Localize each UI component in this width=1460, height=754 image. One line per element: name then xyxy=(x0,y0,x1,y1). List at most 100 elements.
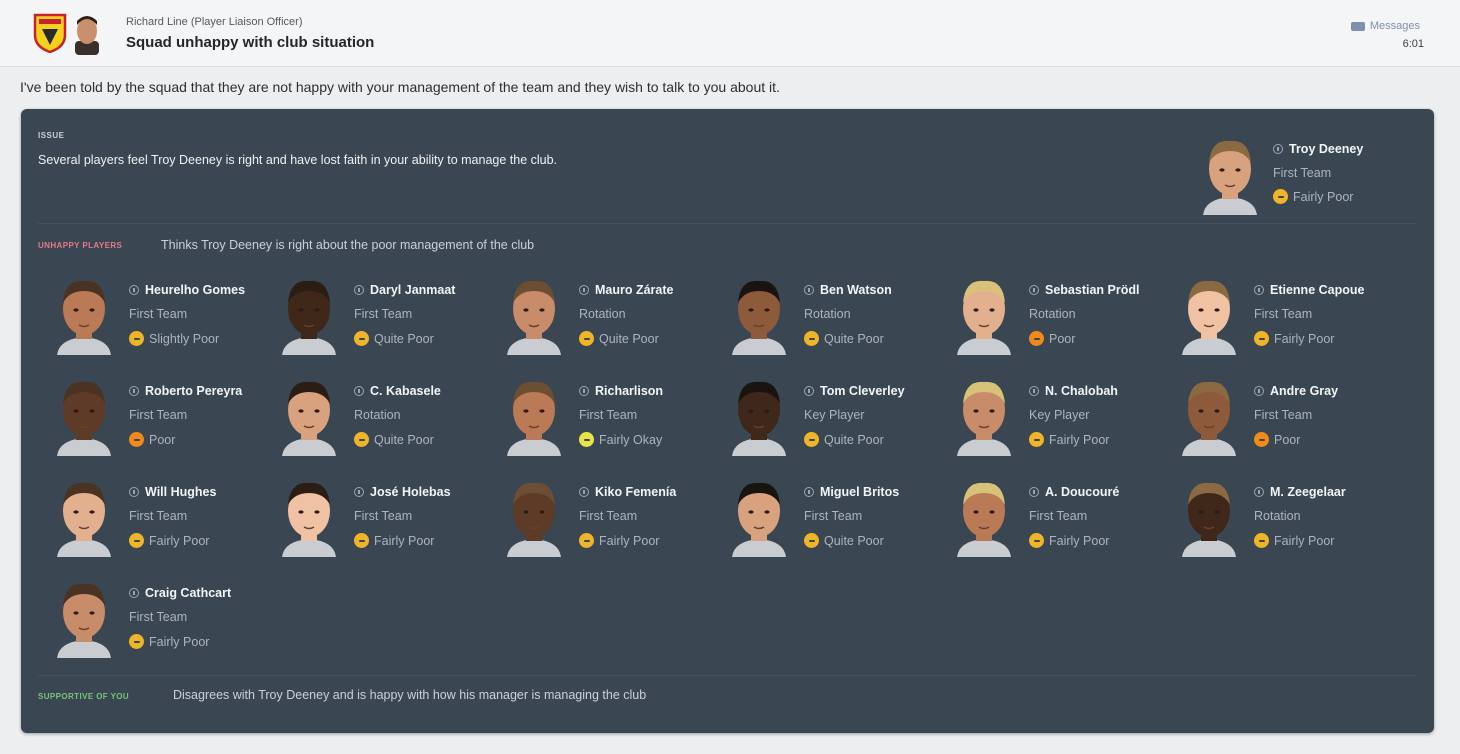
info-icon xyxy=(354,386,364,396)
mood-icon xyxy=(129,634,144,649)
player-card[interactable]: Miguel Britos First Team Quite Poor xyxy=(724,475,939,563)
envelope-icon xyxy=(1350,21,1365,31)
player-name[interactable]: Kiko Femenía xyxy=(579,485,676,499)
player-role: First Team xyxy=(579,509,638,523)
player-role: First Team xyxy=(354,307,413,321)
info-icon xyxy=(1254,386,1264,396)
player-status: Quite Poor xyxy=(804,533,884,548)
player-card[interactable]: José Holebas First Team Fairly Poor xyxy=(274,475,489,563)
player-status-text: Fairly Poor xyxy=(1274,533,1335,548)
player-name[interactable]: Andre Gray xyxy=(1254,384,1338,398)
player-status-text: Fairly Okay xyxy=(599,432,663,447)
player-name[interactable]: Tom Cleverley xyxy=(804,384,905,398)
featured-player[interactable]: Troy Deeney First Team Fairly Poor xyxy=(1195,133,1425,223)
player-name[interactable]: M. Zeegelaar xyxy=(1254,485,1346,499)
player-card[interactable]: Kiko Femenía First Team Fairly Poor xyxy=(499,475,714,563)
player-status: Fairly Poor xyxy=(1254,331,1334,346)
player-status-text: Quite Poor xyxy=(374,432,434,447)
player-name[interactable]: Ben Watson xyxy=(804,283,892,297)
message-time: 6:01 xyxy=(1402,38,1424,50)
player-card[interactable]: Richarlison First Team Fairly Okay xyxy=(499,374,714,462)
player-role: Rotation xyxy=(1029,307,1076,321)
player-name[interactable]: A. Doucouré xyxy=(1029,485,1119,499)
player-card[interactable]: Craig Cathcart First Team Fairly Poor xyxy=(49,576,264,664)
player-name-text: Etienne Capoue xyxy=(1270,283,1365,297)
player-name[interactable]: José Holebas xyxy=(354,485,451,499)
player-name[interactable]: Troy Deeney xyxy=(1273,142,1363,156)
player-card[interactable]: Ben Watson Rotation Quite Poor xyxy=(724,273,939,361)
mood-icon xyxy=(804,533,819,548)
info-icon xyxy=(129,588,139,598)
player-name[interactable]: Etienne Capoue xyxy=(1254,283,1364,297)
player-card[interactable]: Tom Cleverley Key Player Quite Poor xyxy=(724,374,939,462)
player-name-text: Roberto Pereyra xyxy=(145,384,243,398)
player-status: Slightly Poor xyxy=(129,331,219,346)
player-status: Fairly Poor xyxy=(129,533,209,548)
player-card[interactable]: C. Kabasele Rotation Quite Poor xyxy=(274,374,489,462)
info-icon xyxy=(804,285,814,295)
player-role: First Team xyxy=(1254,408,1313,422)
player-card[interactable]: N. Chalobah Key Player Fairly Poor xyxy=(949,374,1164,462)
mood-icon xyxy=(129,533,144,548)
player-face xyxy=(949,374,1019,456)
player-name-text: Kiko Femenía xyxy=(595,485,677,499)
player-status: Quite Poor xyxy=(579,331,659,346)
player-status: Fairly Poor xyxy=(1254,533,1334,548)
player-name[interactable]: Miguel Britos xyxy=(804,485,899,499)
player-card[interactable]: Roberto Pereyra First Team Poor xyxy=(49,374,264,462)
club-badge-icon xyxy=(33,13,67,53)
player-card[interactable]: Sebastian Prödl Rotation Poor xyxy=(949,273,1164,361)
player-card[interactable]: Will Hughes First Team Fairly Poor xyxy=(49,475,264,563)
player-name[interactable]: Mauro Zárate xyxy=(579,283,674,297)
player-name-text: Craig Cathcart xyxy=(145,586,232,600)
player-status-text: Quite Poor xyxy=(824,331,884,346)
mood-icon xyxy=(1254,331,1269,346)
player-status-text: Quite Poor xyxy=(374,331,434,346)
info-icon xyxy=(1029,487,1039,497)
player-status-text: Fairly Poor xyxy=(1049,432,1110,447)
player-face xyxy=(274,273,344,355)
player-name[interactable]: Richarlison xyxy=(579,384,663,398)
player-name[interactable]: C. Kabasele xyxy=(354,384,441,398)
player-name-text: C. Kabasele xyxy=(370,384,441,398)
mood-icon xyxy=(129,331,144,346)
player-face xyxy=(499,374,569,456)
player-name-text: Richarlison xyxy=(595,384,664,398)
player-card[interactable]: Etienne Capoue First Team Fairly Poor xyxy=(1174,273,1389,361)
player-name[interactable]: Will Hughes xyxy=(129,485,216,499)
player-name[interactable]: N. Chalobah xyxy=(1029,384,1118,398)
player-role: First Team xyxy=(354,509,413,523)
message-subject: Squad unhappy with club situation xyxy=(126,34,375,51)
player-name[interactable]: Daryl Janmaat xyxy=(354,283,455,297)
player-status: Poor xyxy=(129,432,175,447)
player-card[interactable]: Heurelho Gomes First Team Slightly Poor xyxy=(49,273,264,361)
mood-icon xyxy=(804,432,819,447)
player-card[interactable]: M. Zeegelaar Rotation Fairly Poor xyxy=(1174,475,1389,563)
player-card[interactable]: Mauro Zárate Rotation Quite Poor xyxy=(499,273,714,361)
player-face xyxy=(499,273,569,355)
player-name-text: Ben Watson xyxy=(820,283,892,297)
player-status-text: Slightly Poor xyxy=(149,331,220,346)
player-card[interactable]: Daryl Janmaat First Team Quite Poor xyxy=(274,273,489,361)
player-name[interactable]: Roberto Pereyra xyxy=(129,384,242,398)
info-icon xyxy=(579,386,589,396)
player-name[interactable]: Sebastian Prödl xyxy=(1029,283,1139,297)
player-status: Quite Poor xyxy=(354,432,434,447)
player-card[interactable]: A. Doucouré First Team Fairly Poor xyxy=(949,475,1164,563)
player-status: Fairly Okay xyxy=(579,432,662,447)
player-name[interactable]: Heurelho Gomes xyxy=(129,283,245,297)
divider xyxy=(38,675,1417,676)
player-name[interactable]: Craig Cathcart xyxy=(129,586,231,600)
player-role: First Team xyxy=(804,509,863,523)
mood-icon xyxy=(1029,533,1044,548)
player-card[interactable]: Andre Gray First Team Poor xyxy=(1174,374,1389,462)
player-status: Fairly Poor xyxy=(354,533,434,548)
mood-icon xyxy=(354,331,369,346)
messages-link[interactable]: Messages xyxy=(1350,20,1420,32)
player-role: First Team xyxy=(1254,307,1313,321)
player-name-text: Daryl Janmaat xyxy=(370,283,456,297)
player-role: Key Player xyxy=(804,408,865,422)
player-face xyxy=(724,475,794,557)
unhappy-players-grid: Heurelho Gomes First Team Slightly Poor Dar… xyxy=(49,273,1409,669)
info-icon xyxy=(804,386,814,396)
